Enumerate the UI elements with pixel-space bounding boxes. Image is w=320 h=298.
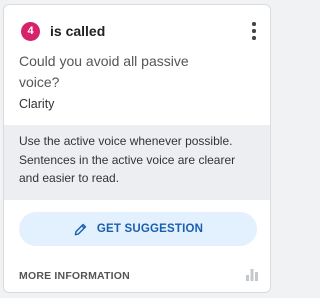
card-title: is called xyxy=(50,23,106,39)
more-information-link[interactable]: MORE INFORMATION xyxy=(19,270,130,282)
card-header: 4 is called Could you avoid all passive … xyxy=(4,5,270,125)
more-vertical-icon[interactable] xyxy=(247,19,261,43)
issue-explanation: Use the active voice whenever possible. … xyxy=(4,125,270,200)
issue-count-badge: 4 xyxy=(21,22,40,41)
suggestion-card: 4 is called Could you avoid all passive … xyxy=(3,4,271,293)
get-suggestion-button[interactable]: GET SUGGESTION xyxy=(19,212,257,246)
pencil-icon xyxy=(74,223,87,235)
issue-category: Clarity xyxy=(19,97,55,111)
issue-question: Could you avoid all passive voice? xyxy=(19,53,189,90)
bar-chart-icon[interactable] xyxy=(245,268,259,281)
get-suggestion-label: GET SUGGESTION xyxy=(96,223,204,235)
